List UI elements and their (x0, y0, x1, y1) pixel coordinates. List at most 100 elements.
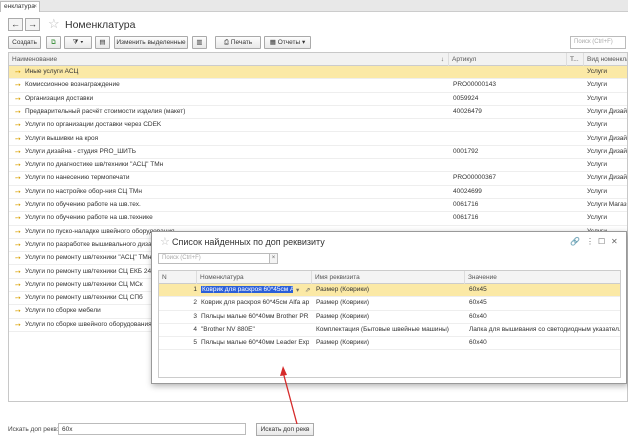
edit-selected-button[interactable]: Изменить выделенные (114, 36, 188, 49)
service-icon: ➙ (15, 241, 21, 249)
cell-attribute: Размер (Коврики) (316, 339, 370, 347)
table-row[interactable]: 3 Пяльцы малые 60*40мм Brother PR... Разме… (159, 311, 620, 324)
table-header: Наименование ↓ Артикул Т... Вид номенкла… (9, 53, 627, 66)
service-icon: ➙ (15, 228, 21, 236)
attribute-search-button[interactable]: Искать доп рекв (256, 423, 314, 436)
table-row[interactable]: ➙ Услуги дизайна - студия PRO_ШИТЬ 0001792… (9, 146, 628, 160)
table-button[interactable]: ▥ (192, 36, 207, 49)
attribute-search-bar: Искать доп рекв: 60х Искать доп рекв (8, 423, 628, 437)
header-article[interactable]: Артикул (449, 53, 567, 66)
reports-label: Отчеты (277, 39, 301, 46)
cell-name: Услуги по обучению работе на шв.технике (25, 214, 153, 222)
header-n[interactable]: N (159, 271, 197, 284)
cell-kind: Услуги (587, 68, 607, 75)
header-name[interactable]: Наименование ↓ (9, 53, 449, 66)
list-button[interactable]: ▤ (95, 36, 110, 49)
report-icon: ▦ (269, 39, 276, 46)
header-t[interactable]: Т... (567, 53, 584, 66)
cell-nomenclature: Пяльцы малые 60*40мм Leader Exp... (201, 339, 309, 347)
cell-attribute: Размер (Коврики) (316, 286, 370, 293)
dialog-title: Список найденных по доп реквизиту (172, 237, 325, 247)
table-row[interactable]: ➙ Услуги по организации доставки через CD… (9, 119, 627, 133)
table-row[interactable]: ➙ Услуги по обучению работе на шв.тех. 006… (9, 199, 627, 213)
tab-label: енклатура (4, 3, 35, 10)
more-icon[interactable]: ⋮ (586, 237, 594, 246)
table-row[interactable]: ➙ Услуги по обучению работе на шв.технике… (9, 212, 627, 226)
table-row[interactable]: 4 "Brother NV 880E" Комплектация (Бытовые … (159, 324, 620, 338)
copy-icon: ⧉ (51, 39, 56, 46)
cell-kind: Услуги (587, 121, 607, 129)
cell-name: Услуги дизайна - студия PRO_ШИТЬ (25, 147, 137, 155)
star-icon[interactable]: ☆ (160, 235, 170, 248)
selected-text: Коврик для раскроя 60*45см Ал (201, 286, 293, 293)
cell-kind: Услуги Дизайн (587, 147, 628, 155)
title-bar: ← → ☆ Номенклатура (8, 16, 620, 34)
table-row[interactable]: ➙ Услуги по настройке обор-ния СЦ ТМн 4002… (9, 186, 627, 199)
table-row[interactable]: ➙ Услуги по диагностике шв/техники "АСЦ" … (9, 159, 627, 173)
cell-value: 60х45 (469, 299, 487, 307)
service-icon: ➙ (15, 215, 21, 223)
dialog-table-header: N Номенклатура Имя реквизита Значение (159, 271, 620, 284)
cell-nomenclature[interactable]: Коврик для раскроя 60*45см Ал (201, 286, 293, 293)
maximize-icon[interactable]: ☐ (598, 237, 605, 246)
service-icon: ➙ (15, 188, 21, 196)
service-icon: ➙ (15, 108, 21, 116)
table-row[interactable]: ➙ Комиссионное вознаграждение PRO00000143 У… (9, 79, 627, 93)
service-icon: ➙ (15, 162, 21, 170)
cell-name: Услуги вышивки на кроя (25, 134, 99, 142)
forward-button[interactable]: → (25, 18, 40, 31)
cell-n: 3 (193, 312, 197, 320)
table-row[interactable]: ➙ Услуги по нанесению термопечати PRO00000… (9, 172, 627, 186)
table-row[interactable]: ➙ Организация доставки 0059924 Услуги (9, 93, 627, 106)
cell-article: 0001792 (453, 147, 479, 155)
service-icon: ➙ (15, 321, 21, 329)
header-attribute[interactable]: Имя реквизита (312, 271, 465, 284)
close-icon[interactable]: × (33, 3, 37, 10)
chevron-down-icon[interactable]: ▾ (296, 286, 304, 294)
table-row[interactable]: ➙ Предварительный расчёт стоимости издели… (9, 106, 628, 120)
toolbar: Создать ⧉ ⧩ ▾ ▤ Изменить выделенные ▥ ⎙ … (8, 36, 628, 49)
attribute-search-input[interactable]: 60х (58, 423, 246, 435)
back-button[interactable]: ← (8, 18, 23, 31)
table-row[interactable]: 5 Пяльцы малые 60*40мм Leader Exp... Разме… (159, 337, 620, 351)
header-kind[interactable]: Вид номенклат... (584, 53, 627, 66)
table-row[interactable]: 1 Коврик для раскроя 60*45см Ал ▾ ⇗ Размер (… (159, 284, 620, 298)
clear-search-button[interactable]: × (269, 253, 278, 264)
reports-button[interactable]: ▦ Отчеты ▾ (264, 36, 311, 49)
cell-value: Лапка для вышивания со светодиодным указ… (469, 325, 620, 333)
cell-kind: Услуги (587, 161, 607, 169)
service-icon: ➙ (15, 202, 21, 209)
copy-button[interactable]: ⧉ (46, 36, 61, 49)
table-row[interactable]: ➙ Иные услуги АСЦ Услуги (9, 66, 627, 80)
table-row[interactable]: 2 Коврик для раскроя 60*45см Alfa арт... Р… (159, 297, 620, 311)
tab-nomenclature[interactable]: енклатура × (0, 1, 40, 12)
header-value[interactable]: Значение (465, 271, 620, 284)
cell-value: 60х40 (469, 312, 487, 320)
cell-value: 60х45 (469, 286, 487, 293)
header-nomenclature[interactable]: Номенклатура (197, 271, 312, 284)
cell-n: 5 (193, 339, 197, 347)
table-row[interactable]: ➙ Услуги вышивки на кроя Услуги Дизайн (9, 133, 627, 146)
header-name-label: Наименование (12, 56, 58, 63)
dialog-search-input[interactable]: Поиск (Ctrl+F) (158, 253, 276, 264)
cell-kind: Услуги (587, 214, 607, 222)
printer-icon: ⎙ (223, 39, 230, 46)
cell-nomenclature: Пяльцы малые 60*40мм Brother PR... (201, 312, 309, 320)
search-input[interactable]: Поиск (Ctrl+F) (570, 36, 626, 49)
create-button[interactable]: Создать (8, 36, 41, 49)
cell-name: Услуги по организации доставки через CDE… (25, 121, 162, 129)
found-items-table: N Номенклатура Имя реквизита Значение 1К… (158, 270, 621, 378)
filter-button[interactable]: ⧩ ▾ (64, 36, 92, 49)
link-icon[interactable]: 🔗 (570, 237, 580, 246)
cell-kind: Услуги Дизайн (587, 107, 628, 115)
close-icon[interactable]: ✕ (611, 237, 618, 246)
cell-article: 0059924 (453, 94, 479, 102)
star-icon[interactable]: ☆ (48, 16, 60, 32)
page-title: Номенклатура (65, 19, 136, 31)
tab-bar: енклатура × (0, 0, 628, 12)
chevron-down-icon: ▾ (80, 39, 84, 46)
cell-name: Предварительный расчёт стоимости изделия… (25, 107, 186, 115)
cell-article: 40026479 (453, 107, 482, 115)
open-link-icon[interactable]: ⇗ (305, 286, 313, 294)
print-button[interactable]: ⎙ Печать (215, 36, 261, 49)
